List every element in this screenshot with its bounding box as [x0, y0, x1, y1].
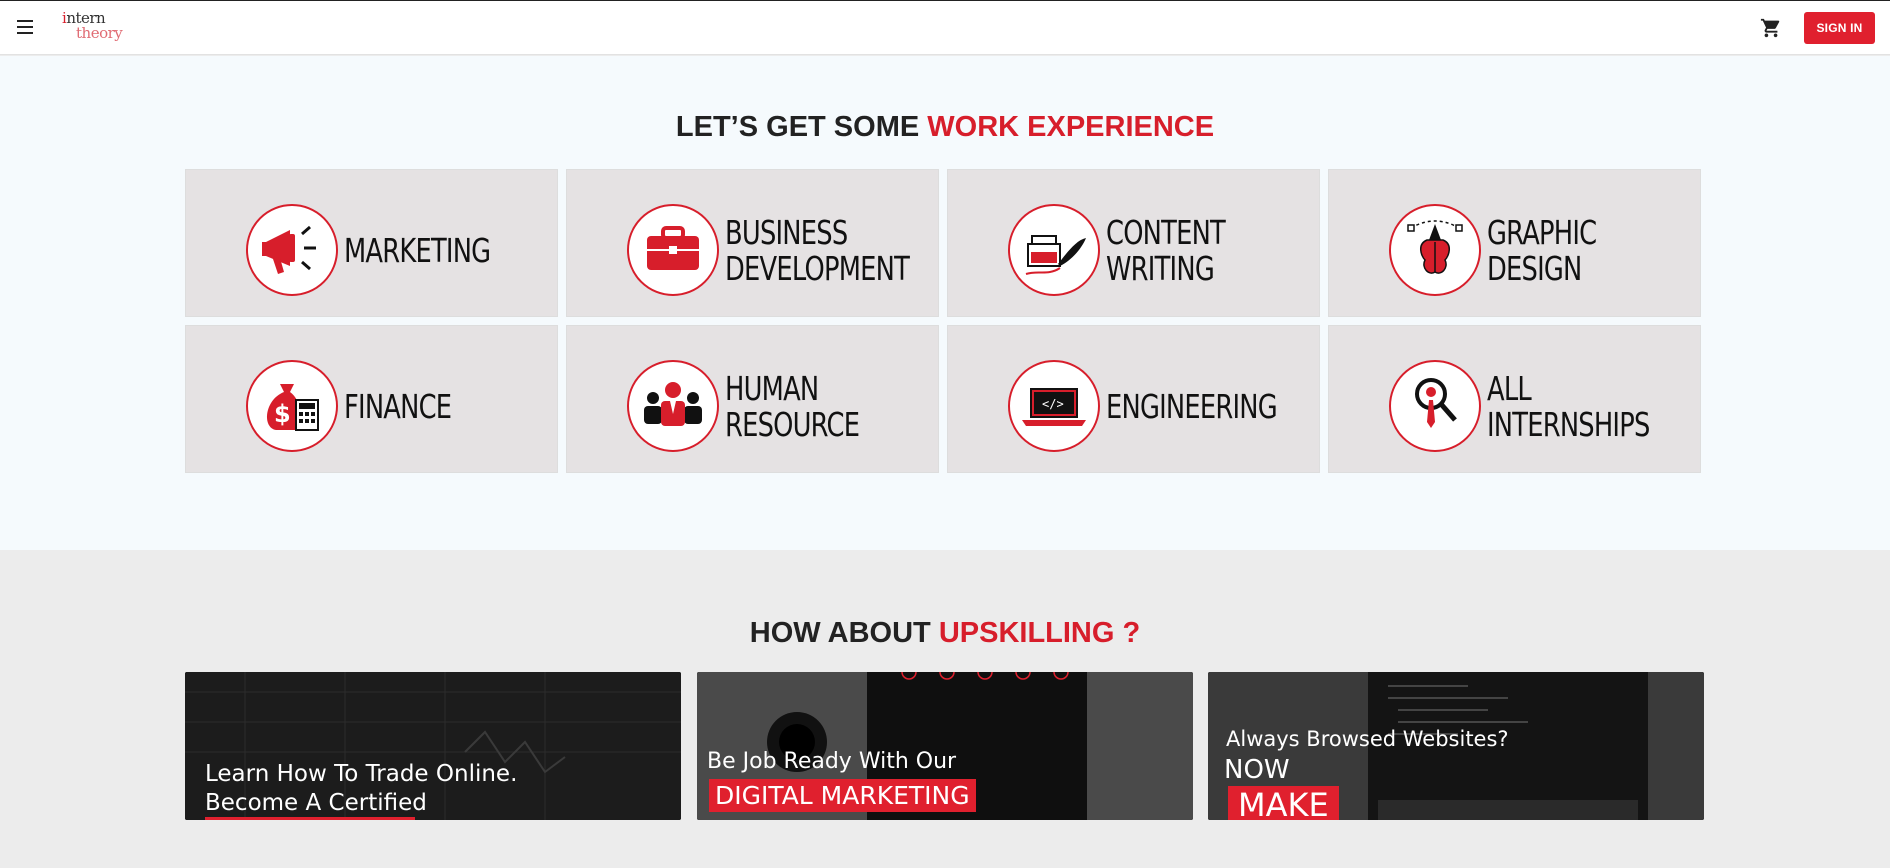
svg-text:</>: </> — [1042, 397, 1064, 411]
category-tile-all-internships[interactable]: ALL INTERNSHIPS — [1328, 325, 1701, 473]
laptop-code-icon: </> — [1008, 360, 1100, 452]
work-experience-title-highlight: WORK EXPERIENCE — [927, 111, 1215, 143]
category-label: BUSINESS DEVELOPMENT — [725, 213, 910, 288]
upskilling-title: HOW ABOUT UPSKILLING ? — [0, 617, 1890, 650]
top-navbar: intern theory SIGN IN — [0, 0, 1890, 55]
people-icon — [627, 360, 719, 452]
category-tile-content-writing[interactable]: CONTENT WRITING — [947, 169, 1320, 317]
svg-text:$: $ — [274, 400, 291, 428]
category-tile-engineering[interactable]: </> ENGINEERING — [947, 325, 1320, 473]
logo-text-theory: theory — [76, 24, 123, 42]
web-card-make-band: MAKE — [1228, 786, 1339, 820]
upskilling-title-main: HOW ABOUT — [749, 617, 939, 649]
menu-icon[interactable] — [14, 16, 36, 38]
intern-theory-logo[interactable]: intern theory — [62, 9, 130, 45]
category-label: CONTENT WRITING — [1106, 213, 1226, 288]
pen-tool-brain-icon — [1389, 204, 1481, 296]
category-label: ENGINEERING — [1106, 387, 1278, 426]
category-tile-business-development[interactable]: BUSINESS DEVELOPMENT — [566, 169, 939, 317]
trading-card-text: Learn How To Trade Online. Become A Cert… — [205, 761, 518, 816]
magnifier-person-icon — [1389, 360, 1481, 452]
category-tile-finance[interactable]: $ FINANCE — [185, 325, 558, 473]
cart-icon[interactable] — [1760, 17, 1782, 39]
web-card-now: NOW — [1224, 755, 1290, 785]
category-label: MARKETING — [344, 231, 491, 270]
course-card-web-development[interactable]: Always Browsed Websites? NOW MAKE — [1208, 672, 1704, 820]
work-experience-title-main: LET’S GET SOME — [675, 111, 928, 143]
work-experience-title: LET’S GET SOME WORK EXPERIENCE — [0, 111, 1890, 144]
briefcase-icon — [627, 204, 719, 296]
category-tile-human-resource[interactable]: HUMAN RESOURCE — [566, 325, 939, 473]
category-label: GRAPHIC DESIGN — [1487, 213, 1597, 288]
category-label: FINANCE — [344, 387, 452, 426]
course-card-digital-marketing[interactable]: Be Job Ready With Our DIGITAL MARKETING — [697, 672, 1193, 820]
megaphone-icon — [246, 204, 338, 296]
course-card-trading[interactable]: Learn How To Trade Online. Become A Cert… — [185, 672, 681, 820]
category-label: HUMAN RESOURCE — [725, 369, 860, 444]
money-calculator-icon: $ — [246, 360, 338, 452]
category-tile-marketing[interactable]: MARKETING — [185, 169, 558, 317]
web-card-text: Always Browsed Websites? — [1226, 727, 1509, 751]
ink-quill-icon — [1008, 204, 1100, 296]
digital-marketing-band: DIGITAL MARKETING — [709, 779, 976, 812]
upskilling-title-highlight: UPSKILLING ? — [938, 617, 1141, 649]
sign-in-button[interactable]: SIGN IN — [1804, 12, 1875, 44]
category-tile-graphic-design[interactable]: GRAPHIC DESIGN — [1328, 169, 1701, 317]
digital-marketing-card-text: Be Job Ready With Our — [707, 749, 957, 774]
work-experience-section: LET’S GET SOME WORK EXPERIENCE MARKETING — [0, 56, 1890, 550]
category-label: ALL INTERNSHIPS — [1487, 369, 1650, 444]
upskilling-section: HOW ABOUT UPSKILLING ? Learn How To Trad… — [0, 550, 1890, 868]
